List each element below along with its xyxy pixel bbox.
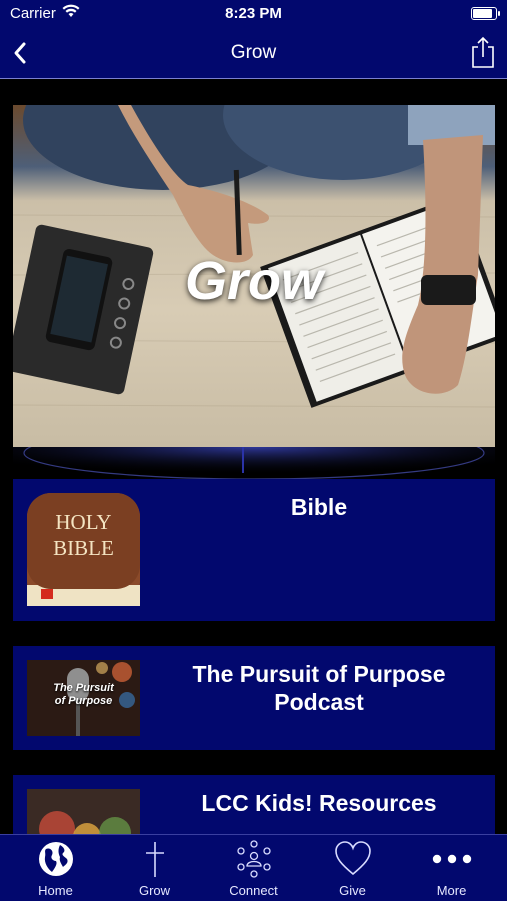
tab-more[interactable]: More (401, 835, 502, 901)
tab-grow[interactable]: Grow (104, 835, 205, 901)
bible-icon-text-line1: HOLY (55, 510, 112, 534)
battery-icon (471, 7, 500, 20)
more-dots-icon (432, 854, 472, 864)
cross-icon (146, 842, 164, 877)
tab-label: More (436, 883, 467, 898)
card-label: LCC Kids! Resources (201, 790, 437, 816)
bible-icon-text-line2: BIBLE (53, 536, 114, 560)
bible-app-icon: HOLY BIBLE (27, 493, 140, 606)
kids-thumbnail (27, 789, 140, 834)
battery-fill (473, 9, 492, 18)
podcast-thumb-text-line1: The Pursuit (53, 682, 114, 694)
tab-home[interactable]: Home (5, 835, 106, 901)
globe-icon (39, 842, 73, 876)
menu-item-podcast[interactable]: The Pursuit of Purpose The Pursuit of Pu… (13, 646, 495, 750)
tab-connect[interactable]: Connect (203, 835, 304, 901)
share-icon[interactable] (469, 35, 497, 69)
status-time: 8:23 PM (225, 5, 282, 22)
card-label: The Pursuit of Purpose Podcast (192, 661, 446, 715)
page-title: Grow (230, 42, 277, 63)
people-circle-icon (237, 840, 271, 878)
podcast-thumb-text-line2: of Purpose (54, 695, 113, 707)
tab-bar: Home Grow Connect Give More (0, 834, 507, 901)
status-bar: Carrier 8:23 PM (0, 0, 507, 28)
hero-title: Grow (184, 251, 323, 311)
tab-label: Home (38, 883, 73, 898)
podcast-thumbnail: The Pursuit of Purpose (27, 660, 140, 736)
menu-item-kids-resources[interactable]: LCC Kids! Resources (13, 775, 495, 834)
navigation-bar: Grow (0, 28, 507, 79)
tab-label: Connect (229, 883, 278, 898)
tab-give[interactable]: Give (302, 835, 403, 901)
hero-banner[interactable]: Grow (13, 105, 495, 447)
tab-label: Give (339, 883, 366, 898)
card-label: Bible (290, 494, 348, 520)
tab-label: Grow (138, 883, 171, 898)
menu-item-bible[interactable]: HOLY BIBLE Bible (13, 479, 495, 621)
heart-icon (335, 841, 371, 876)
